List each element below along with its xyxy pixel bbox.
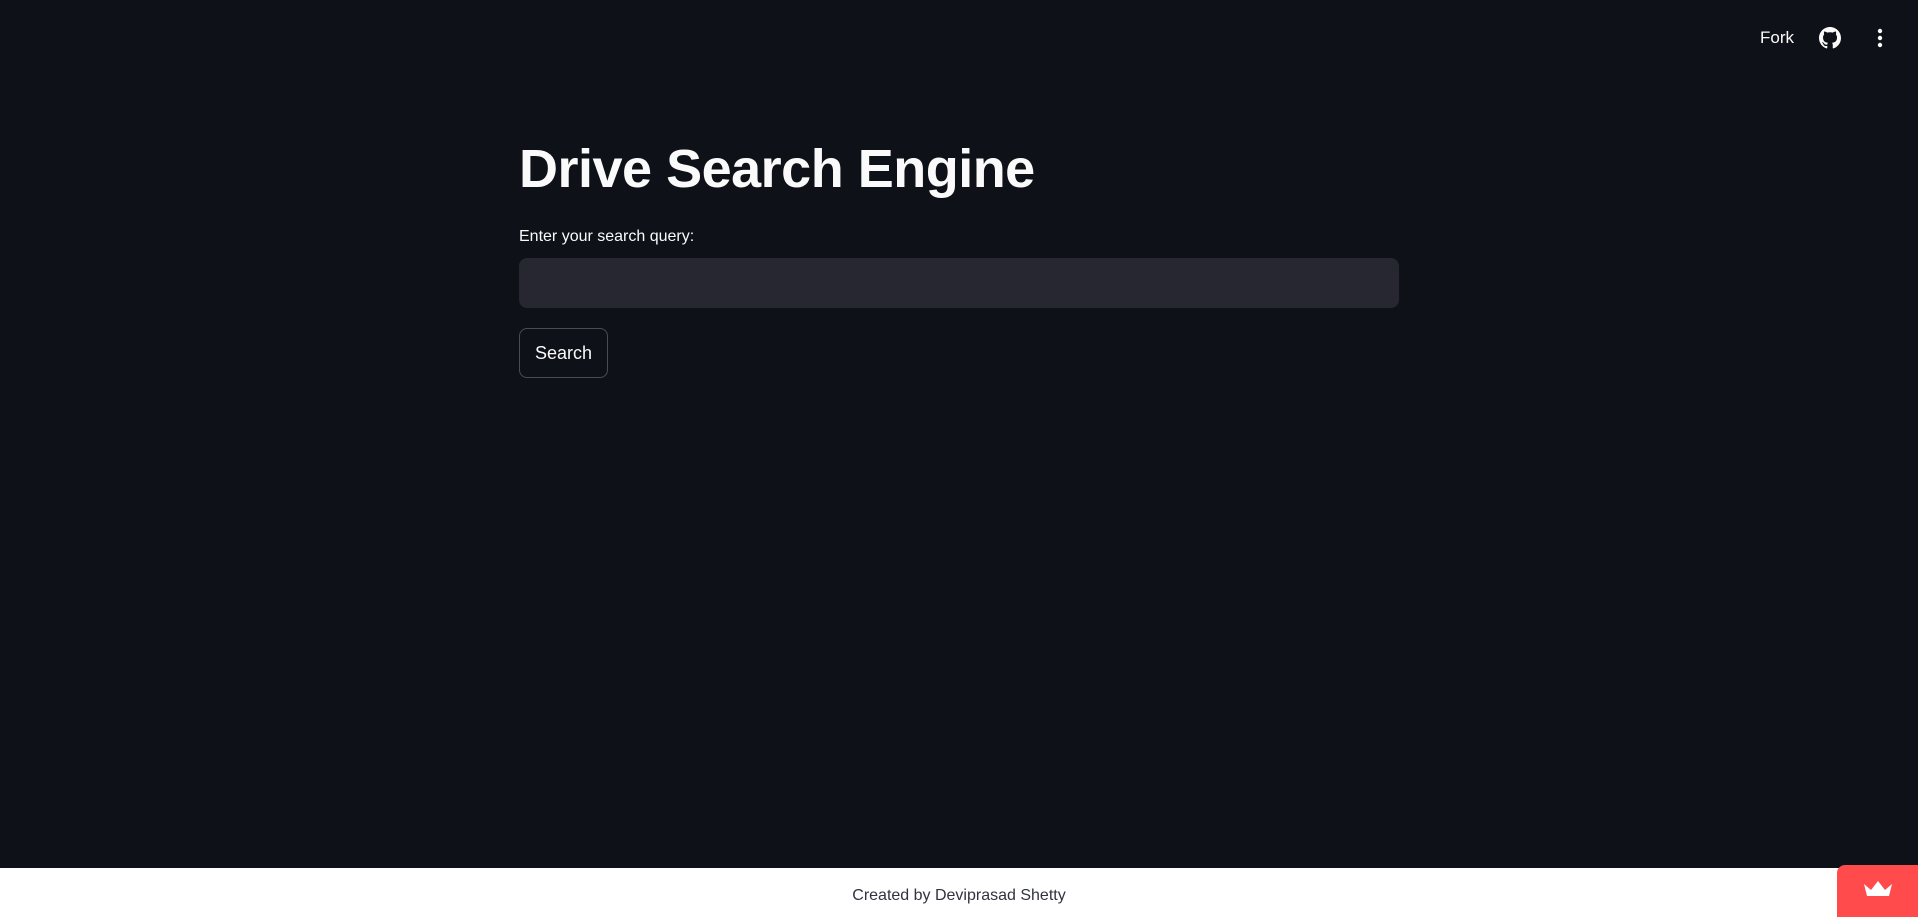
fork-link[interactable]: Fork bbox=[1760, 22, 1794, 54]
main-content: Drive Search Engine Enter your search qu… bbox=[519, 137, 1399, 378]
page-title: Drive Search Engine bbox=[519, 139, 1035, 199]
search-input[interactable] bbox=[519, 258, 1399, 308]
crown-icon bbox=[1861, 878, 1895, 905]
search-query-label: Enter your search query: bbox=[519, 228, 695, 245]
top-toolbar: Fork bbox=[1760, 22, 1894, 54]
footer-credit: Created by Deviprasad Shetty bbox=[852, 886, 1066, 904]
search-button[interactable]: Search bbox=[519, 328, 609, 378]
vertical-dots-icon[interactable] bbox=[1866, 22, 1894, 54]
app-root: Fork Drive Search Engine Enter your sear… bbox=[0, 0, 1918, 917]
footer: Created by Deviprasad Shetty bbox=[0, 868, 1918, 917]
github-icon[interactable] bbox=[1816, 22, 1844, 54]
streamlit-badge[interactable] bbox=[1837, 865, 1918, 917]
